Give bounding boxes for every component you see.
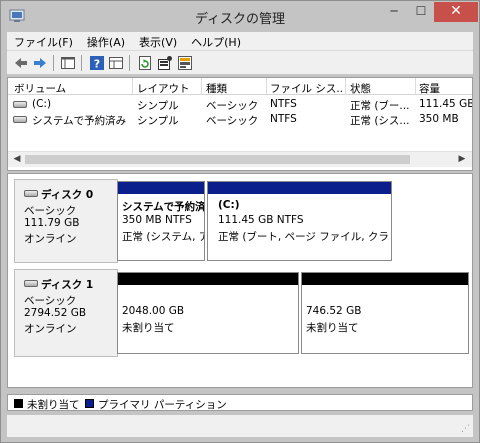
- disk-name: ディスク 0: [41, 189, 94, 201]
- menu-help[interactable]: ヘルプ(H): [184, 32, 248, 50]
- back-arrow-icon[interactable]: [13, 55, 29, 71]
- partition-size: 746.52 GB: [306, 305, 362, 317]
- menu-bar: ファイル(F) 操作(A) 表示(V) ヘルプ(H): [7, 32, 473, 50]
- disk-0-label[interactable]: ディスク 0 ベーシック 111.79 GB オンライン: [14, 179, 118, 263]
- partition-status: 正常 (ブート, ページ ファイル, クラッシュ: [218, 231, 388, 243]
- menu-action[interactable]: 操作(A): [80, 32, 132, 50]
- disk-state: オンライン: [24, 323, 77, 335]
- help-icon[interactable]: ?: [89, 55, 105, 71]
- disk-icon: [24, 190, 38, 197]
- table-row[interactable]: システムで予約済み シンプル ベーシック NTFS 正常 (シス... 350 …: [8, 112, 472, 127]
- legend: 未割り当て プライマリ パーティション: [7, 394, 473, 411]
- volume-status: 正常 (ブー...: [350, 100, 410, 112]
- title-bar[interactable]: ディスクの管理 ─ ☐ ✕: [1, 1, 479, 32]
- partition-bar: [208, 182, 391, 194]
- menu-view[interactable]: 表示(V): [132, 32, 184, 50]
- volume-file-system: NTFS: [270, 113, 297, 125]
- volume-type: ベーシック: [206, 115, 259, 127]
- scroll-thumb[interactable]: [25, 155, 410, 164]
- volume-file-system: NTFS: [270, 98, 297, 110]
- partition-unallocated-1[interactable]: 2048.00 GB 未割り当て: [117, 272, 299, 354]
- console-tree-icon[interactable]: [60, 55, 76, 71]
- maximize-button[interactable]: ☐: [408, 2, 434, 22]
- partition-size: 111.45 GB NTFS: [218, 214, 304, 226]
- volume-name: システムで予約済み: [32, 115, 127, 127]
- partition-bar: [118, 273, 298, 285]
- refresh-icon[interactable]: [137, 55, 153, 71]
- toolbar-separator: [53, 55, 54, 71]
- column-volume[interactable]: ボリューム: [14, 81, 126, 96]
- partition-bar: [302, 273, 468, 285]
- partition-status: 未割り当て: [306, 322, 359, 334]
- legend-primary-swatch: [85, 399, 94, 408]
- drive-icon: [13, 116, 27, 123]
- legend-primary-label: プライマリ パーティション: [98, 399, 227, 411]
- volume-layout: シンプル: [137, 115, 179, 127]
- legend-unallocated-label: 未割り当て: [27, 399, 80, 411]
- toolbar-separator: [81, 55, 82, 71]
- drive-icon: [13, 101, 27, 108]
- partition-status: 正常 (システム, ア: [122, 231, 204, 243]
- disk-icon: [24, 280, 38, 287]
- volume-list-header: ボリューム レイアウト 種類 ファイル シス... 状態 容量: [8, 78, 472, 95]
- partition-size: 2048.00 GB: [122, 305, 185, 317]
- legend-unallocated-swatch: [14, 399, 23, 408]
- settings-icon[interactable]: [157, 55, 173, 71]
- partition-c-drive[interactable]: (C:) 111.45 GB NTFS 正常 (ブート, ページ ファイル, ク…: [207, 181, 392, 261]
- toolbar: ?: [7, 50, 473, 75]
- disk-size: 111.79 GB: [24, 217, 80, 229]
- resize-grip-icon[interactable]: ⋰: [461, 424, 470, 434]
- disk-graphical-view: ディスク 0 ベーシック 111.79 GB オンライン システムで予約済 35…: [7, 173, 473, 388]
- partition-title: システムで予約済: [122, 201, 204, 213]
- disk-list-icon[interactable]: [177, 55, 193, 71]
- close-button[interactable]: ✕: [434, 2, 478, 22]
- menu-file[interactable]: ファイル(F): [7, 32, 80, 50]
- partition-size: 350 MB NTFS: [122, 214, 192, 226]
- disk-name: ディスク 1: [41, 279, 94, 291]
- disk-kind: ベーシック: [24, 295, 77, 307]
- column-status[interactable]: 状態: [350, 81, 412, 96]
- minimize-button[interactable]: ─: [381, 2, 407, 22]
- toolbar-separator: [129, 55, 130, 71]
- disk-kind: ベーシック: [24, 205, 77, 217]
- column-capacity[interactable]: 容量: [419, 81, 471, 96]
- horizontal-scrollbar[interactable]: ◀ ▶: [8, 151, 472, 167]
- properties-icon[interactable]: [108, 55, 124, 71]
- forward-arrow-icon[interactable]: [32, 55, 48, 71]
- partition-status: 未割り当て: [122, 322, 175, 334]
- disk-1-label[interactable]: ディスク 1 ベーシック 2794.52 GB オンライン: [14, 269, 118, 357]
- volume-type: ベーシック: [206, 100, 259, 112]
- volume-status: 正常 (シス...: [350, 115, 410, 127]
- disk-management-window: ディスクの管理 ─ ☐ ✕ ファイル(F) 操作(A) 表示(V) ヘルプ(H)…: [0, 0, 480, 443]
- column-file-system[interactable]: ファイル シス...: [270, 81, 342, 96]
- partition-bar: [118, 182, 204, 194]
- volume-name: (C:): [32, 98, 52, 110]
- svg-text:?: ?: [94, 58, 100, 71]
- scroll-right-icon[interactable]: ▶: [456, 154, 468, 164]
- partition-title: (C:): [218, 199, 240, 211]
- partition-unallocated-2[interactable]: 746.52 GB 未割り当て: [301, 272, 469, 354]
- status-bar: ⋰: [7, 415, 473, 437]
- scroll-left-icon[interactable]: ◀: [11, 154, 23, 164]
- disk-size: 2794.52 GB: [24, 307, 87, 319]
- volume-capacity: 111.45 GB: [419, 98, 472, 110]
- volume-capacity: 350 MB: [419, 113, 459, 125]
- disk-state: オンライン: [24, 233, 77, 245]
- column-type[interactable]: 種類: [206, 81, 262, 96]
- partition-system-reserved[interactable]: システムで予約済 350 MB NTFS 正常 (システム, ア: [117, 181, 205, 261]
- column-layout[interactable]: レイアウト: [137, 81, 199, 96]
- volume-layout: シンプル: [137, 100, 179, 112]
- volume-list[interactable]: ボリューム レイアウト 種類 ファイル シス... 状態 容量 (C:) シンプ…: [7, 77, 473, 171]
- table-row[interactable]: (C:) シンプル ベーシック NTFS 正常 (ブー... 111.45 GB: [8, 97, 472, 112]
